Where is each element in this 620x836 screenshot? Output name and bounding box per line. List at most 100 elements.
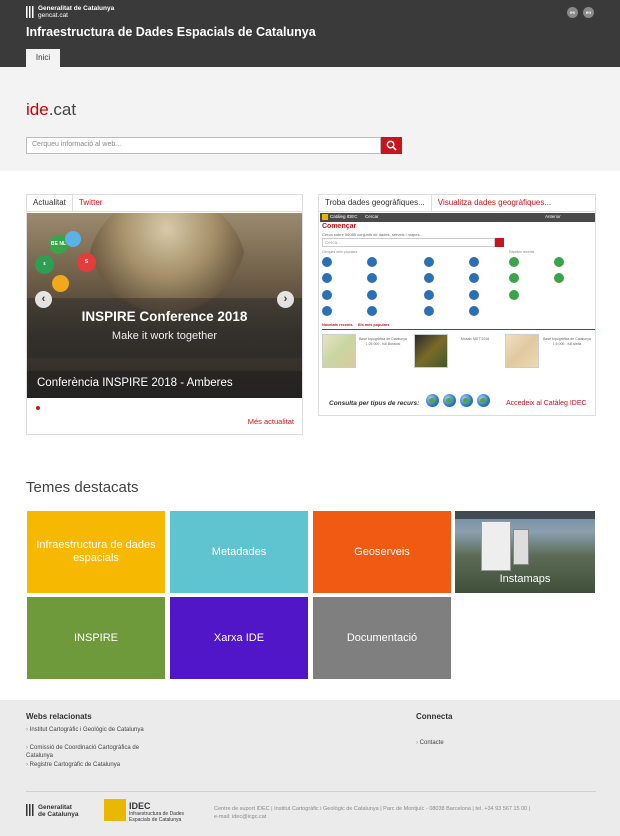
tile-geoserveis[interactable]: Geoserveis (313, 511, 451, 593)
lang-es-button[interactable]: es (567, 7, 578, 18)
category-icon[interactable] (322, 273, 332, 283)
gencat-logo[interactable]: Generalitat de Catalunya gencat.cat (26, 5, 114, 19)
catalog-search-input[interactable]: Cerca... (322, 238, 495, 247)
slide-caption[interactable]: Conferència INSPIRE 2018 - Amberes (27, 371, 302, 398)
lang-en-button[interactable]: en (583, 7, 594, 18)
hero-section: ide.cat Cerqueu informació al web... (0, 67, 620, 171)
slide-subtitle: Make it work together (111, 330, 218, 342)
recent-icon[interactable] (554, 257, 564, 267)
tab-actualitat[interactable]: Actualitat (27, 195, 73, 211)
recent-icon[interactable] (509, 273, 519, 283)
tab-visualitza-dades[interactable]: Visualitza dades geogràfiques... (432, 195, 557, 211)
more-news-link[interactable]: Més actualitat (248, 417, 294, 426)
category-icon[interactable] (424, 306, 434, 316)
gencat-name: Generalitat de Catalunya (38, 5, 115, 12)
geo-tabs: Troba dades geogràfiques... Visualitza d… (319, 195, 595, 212)
badge-green: ε (35, 255, 54, 274)
category-icon[interactable] (424, 290, 434, 300)
top-header: Generalitat de Catalunya gencat.cat es e… (0, 0, 620, 67)
popular-label: Cerques més populars (322, 250, 358, 254)
thumbnail-image[interactable] (505, 334, 539, 368)
slide-caption-text: Conferència INSPIRE 2018 - Amberes (37, 377, 233, 389)
category-icon[interactable] (424, 257, 434, 267)
tile-instamaps[interactable]: Instamaps (455, 511, 595, 593)
tile-inspire[interactable]: INSPIRE (27, 597, 165, 679)
site-search-button[interactable] (381, 137, 402, 154)
carousel-prev-arrow-icon[interactable]: ‹ (35, 291, 52, 308)
idec-logo-icon[interactable] (104, 799, 126, 821)
category-icon[interactable] (367, 290, 377, 300)
category-icon[interactable] (469, 290, 479, 300)
thumbnail-image[interactable] (414, 334, 448, 368)
carousel-next-arrow-icon[interactable]: › (277, 291, 294, 308)
category-icon[interactable] (469, 273, 479, 283)
tile-instamaps-label: Instamaps (499, 573, 551, 585)
tile-xarxa-ide[interactable]: Xarxa IDE (170, 597, 308, 679)
footer-link-contacte[interactable]: Contacte (416, 739, 444, 747)
tab-inici[interactable]: Inici (26, 49, 60, 67)
badge-blue (65, 231, 81, 247)
footer-link-comissio[interactable]: Comissió de Coordinació Cartogràfica de … (26, 744, 151, 760)
slide-band (27, 298, 302, 358)
recent-icon[interactable] (509, 290, 519, 300)
globe-icon[interactable] (426, 394, 439, 407)
badge-red: S (77, 253, 96, 272)
category-icon[interactable] (322, 306, 332, 316)
carousel-dot[interactable] (36, 406, 40, 410)
footer-info-line2[interactable]: e-mail: idec@icgc.cat (214, 813, 594, 821)
consulta-label: Consulta per tipus de recurs: (329, 400, 420, 407)
subtab-populars[interactable]: Els més populars (358, 323, 389, 327)
news-carousel-slide[interactable]: BE NL S ε INSPIRE Conference 2018 Make i… (27, 213, 302, 398)
thumbnail-caption: Mosaic MDT 2016 (460, 337, 490, 341)
geo-panel: Troba dades geogràfiques... Visualitza d… (318, 194, 596, 416)
category-icon[interactable] (469, 257, 479, 267)
recent-icon[interactable] (509, 257, 519, 267)
temes-title: Temes destacats (26, 479, 139, 496)
slide-conference-title: INSPIRE Conference 2018 (81, 309, 248, 324)
footer: Webs relacionats Institut Cartogràfic i … (0, 700, 620, 836)
globe-icon[interactable] (477, 394, 490, 407)
catalog-search-link[interactable]: Cercar (365, 214, 379, 219)
category-icon[interactable] (367, 306, 377, 316)
category-icon[interactable] (367, 257, 377, 267)
category-icon[interactable] (322, 290, 332, 300)
tile-metadades[interactable]: Metadades (170, 511, 308, 593)
category-icon[interactable] (424, 273, 434, 283)
webs-relacionats-title: Webs relacionats (26, 712, 92, 721)
tab-troba-dades[interactable]: Troba dades geogràfiques... (319, 195, 432, 211)
generalitat-footer-logo[interactable]: Generalitat de Catalunya (26, 804, 78, 818)
logo-cat: .cat (48, 100, 77, 119)
footer-contact-info: Centre de suport IDEC | Institut Cartogr… (214, 805, 594, 821)
footer-divider (26, 791, 596, 792)
category-icon[interactable] (469, 306, 479, 316)
news-tabs: Actualitat Twitter (27, 195, 302, 212)
tile-documentacio[interactable]: Documentació (313, 597, 451, 679)
globe-icon[interactable] (443, 394, 456, 407)
globe-icon[interactable] (460, 394, 473, 407)
category-icon[interactable] (322, 257, 332, 267)
thumbnail-image[interactable] (322, 334, 356, 368)
logo-ide: ide (26, 100, 49, 119)
site-search-input[interactable]: Cerqueu informació al web... (26, 137, 381, 154)
thumbnail-caption: Base topogràfica de Catalunya 1:5 000 - … (543, 337, 591, 346)
generalitat-mark-icon (26, 804, 35, 816)
tab-twitter[interactable]: Twitter (73, 195, 109, 211)
recent-icon[interactable] (554, 273, 564, 283)
instamaps-screenshot (481, 521, 511, 571)
idecat-logo[interactable]: ide.cat (26, 100, 76, 120)
gencat-domain: gencat.cat (38, 12, 68, 19)
footer-link-registre[interactable]: Registre Cartogràfic de Catalunya (26, 761, 151, 769)
catalog-back-link[interactable]: Anterior (545, 214, 561, 219)
recent-label: Ràpides recents (509, 250, 535, 254)
footer-link-icgc[interactable]: Institut Cartogràfic i Geològic de Catal… (26, 726, 151, 734)
tile-infraestructura[interactable]: Infraestructura de dades espacials (27, 511, 165, 593)
category-icon[interactable] (367, 273, 377, 283)
generalitat-logo-line1: Generalitat (38, 804, 72, 811)
site-title[interactable]: Infraestructura de Dades Espacials de Ca… (26, 25, 316, 39)
subtab-novetats[interactable]: Novetats recents (322, 323, 353, 327)
search-icon (386, 140, 397, 151)
catalog-logo-icon (322, 214, 328, 220)
catalog-subtabs: Novetats recents Els més populars (322, 323, 595, 330)
catalog-search-button[interactable] (495, 238, 504, 247)
access-catalog-link[interactable]: Accedeix al Catàleg IDEC (506, 400, 587, 407)
